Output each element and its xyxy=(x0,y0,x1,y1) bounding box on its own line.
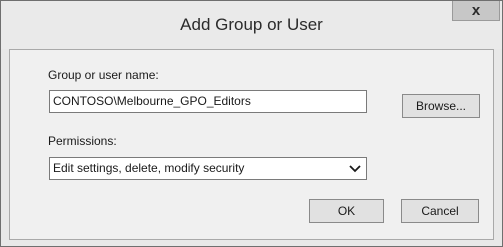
permissions-label: Permissions: xyxy=(48,134,117,148)
close-button[interactable]: x xyxy=(452,1,500,21)
add-group-or-user-dialog: Add Group or User x Group or user name: … xyxy=(0,0,503,247)
group-user-label: Group or user name: xyxy=(48,68,159,82)
title-bar[interactable]: Add Group or User x xyxy=(1,1,502,49)
dialog-title: Add Group or User xyxy=(180,15,323,34)
chevron-down-icon xyxy=(349,165,361,173)
group-user-name-input[interactable]: CONTOSO\Melbourne_GPO_Editors xyxy=(49,90,367,113)
permissions-selected-value: Edit settings, delete, modify security xyxy=(53,161,245,175)
permissions-dropdown[interactable]: Edit settings, delete, modify security xyxy=(49,157,367,180)
close-icon: x xyxy=(471,2,481,19)
dialog-body: Group or user name: CONTOSO\Melbourne_GP… xyxy=(9,49,494,240)
cancel-button[interactable]: Cancel xyxy=(401,199,479,223)
ok-button[interactable]: OK xyxy=(309,199,384,223)
browse-button[interactable]: Browse... xyxy=(402,94,480,118)
